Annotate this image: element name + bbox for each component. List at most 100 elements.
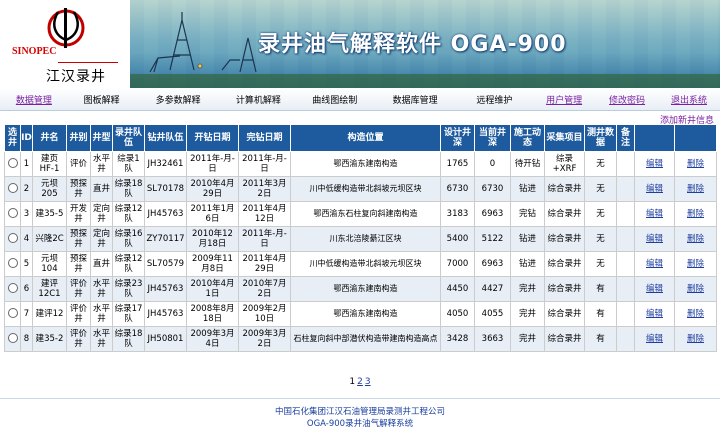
- cell-name: 建页HF-1: [32, 151, 67, 177]
- page-link[interactable]: 3: [365, 377, 371, 387]
- column-header: [634, 124, 675, 152]
- nav-item[interactable]: 数据库管理: [374, 93, 457, 106]
- cell-design: 3183: [440, 201, 475, 227]
- cell-current: 5122: [474, 226, 511, 252]
- select-radio[interactable]: [7, 207, 18, 218]
- pagination: 123: [0, 377, 720, 387]
- cell-shape: 直井: [90, 176, 113, 202]
- cell-edit: 编辑: [634, 201, 675, 227]
- cell-drillteam: JH50801: [144, 326, 187, 352]
- cell-end: 2011年4月29日: [238, 251, 291, 277]
- column-header: 施工动态: [510, 124, 545, 152]
- cell-start: 2010年4月1日: [186, 276, 239, 302]
- select-radio[interactable]: [7, 232, 18, 243]
- cell-edit: 编辑: [634, 176, 675, 202]
- cell-drillteam: JH32461: [144, 151, 187, 177]
- nav-item[interactable]: 曲线图绘制: [296, 93, 373, 106]
- cell-logteam: 综录12队: [112, 251, 145, 277]
- delete-link[interactable]: 删除: [687, 234, 704, 244]
- edit-link[interactable]: 编辑: [646, 284, 663, 294]
- table-row: 4 兴隆2C 预探井 定向井 综录16队 ZY70117 2010年12月18日 2011年-…: [4, 226, 717, 252]
- select-radio[interactable]: [7, 332, 18, 343]
- edit-link[interactable]: 编辑: [646, 259, 663, 269]
- delete-link[interactable]: 删除: [687, 284, 704, 294]
- cell-drillteam: JH45763: [144, 201, 187, 227]
- cell-logdata: 有: [584, 276, 617, 302]
- cell-del: 删除: [674, 176, 717, 202]
- cell-location: 川中低缓构造带北斜坡元坝区块: [290, 251, 441, 277]
- select-radio[interactable]: [7, 157, 18, 168]
- edit-link[interactable]: 编辑: [646, 234, 663, 244]
- delete-link[interactable]: 删除: [687, 309, 704, 319]
- edit-link[interactable]: 编辑: [646, 159, 663, 169]
- cell-design: 7000: [440, 251, 475, 277]
- table-row: 8 建35-2 评价井 水平井 综录18队 JH50801 2009年3月4日 2009年3月…: [4, 326, 717, 352]
- select-cell: [4, 276, 21, 302]
- cell-location: 川东北涪陵綦江区块: [290, 226, 441, 252]
- cell-current: 0: [474, 151, 511, 177]
- delete-link[interactable]: 删除: [687, 184, 704, 194]
- cell-design: 5400: [440, 226, 475, 252]
- table-row: 7 建评12 评价井 水平井 综录17队 JH45763 2008年8月18日 2009年2月…: [4, 301, 717, 327]
- cell-note: [616, 226, 635, 252]
- cell-logdata: 无: [584, 251, 617, 277]
- cell-type: 开发井: [66, 201, 91, 227]
- column-header: 选井: [4, 124, 21, 152]
- select-radio[interactable]: [7, 307, 18, 318]
- logo-company-name: 江汉录井: [46, 69, 106, 85]
- select-cell: [4, 151, 21, 177]
- nav-item[interactable]: 修改密码: [596, 93, 658, 106]
- nav-item[interactable]: 远程维护: [457, 93, 532, 106]
- cell-drillteam: ZY70117: [144, 226, 187, 252]
- cell-items: 综合录井: [544, 176, 585, 202]
- cell-name: 建35-2: [32, 326, 67, 352]
- nav-item[interactable]: 用户管理: [532, 93, 596, 106]
- edit-link[interactable]: 编辑: [646, 209, 663, 219]
- page-link[interactable]: 2: [357, 377, 363, 387]
- cell-status: 待开钻: [510, 151, 545, 177]
- cell-design: 4450: [440, 276, 475, 302]
- nav-item[interactable]: 数据管理: [0, 93, 68, 106]
- edit-link[interactable]: 编辑: [646, 184, 663, 194]
- column-header: 构造位置: [290, 124, 441, 152]
- cell-status: 钻进: [510, 226, 545, 252]
- cell-current: 4055: [474, 301, 511, 327]
- nav-item[interactable]: 计算机解释: [221, 93, 296, 106]
- delete-link[interactable]: 删除: [687, 334, 704, 344]
- cell-items: 综合录井: [544, 251, 585, 277]
- delete-link[interactable]: 删除: [687, 209, 704, 219]
- cell-id: 8: [20, 326, 33, 352]
- nav-item[interactable]: 图板解释: [68, 93, 136, 106]
- nav-item[interactable]: 退出系统: [658, 93, 720, 106]
- cell-type: 评价井: [66, 326, 91, 352]
- delete-link[interactable]: 删除: [687, 259, 704, 269]
- cell-note: [616, 301, 635, 327]
- cell-items: 综合录井: [544, 301, 585, 327]
- cell-name: 建评12C1: [32, 276, 67, 302]
- well-table: 选井 ID 井名 井别 井型 录井队伍 钻井队伍 开钻日期 完钻日期 构造位置 设计井深 当前井深 施工…: [4, 124, 717, 352]
- cell-type: 预探井: [66, 176, 91, 202]
- cell-end: 2011年-月-日: [238, 151, 291, 177]
- select-radio[interactable]: [7, 182, 18, 193]
- cell-type: 预探井: [66, 251, 91, 277]
- select-cell: [4, 176, 21, 202]
- cell-end: 2009年3月2日: [238, 326, 291, 352]
- logo-divider: [58, 62, 118, 63]
- cell-end: 2011年4月12日: [238, 201, 291, 227]
- cell-shape: 定向井: [90, 226, 113, 252]
- nav-item[interactable]: 多参数解释: [136, 93, 221, 106]
- delete-link[interactable]: 删除: [687, 159, 704, 169]
- select-radio[interactable]: [7, 282, 18, 293]
- cell-type: 评价井: [66, 276, 91, 302]
- column-header: 采集项目: [544, 124, 585, 152]
- cell-end: 2009年2月10日: [238, 301, 291, 327]
- cell-logdata: 无: [584, 151, 617, 177]
- table-row: 6 建评12C1 评价井 水平井 综录23队 JH45763 2010年4月1日 2010年7…: [4, 276, 717, 302]
- page-link[interactable]: 1: [349, 377, 355, 387]
- cell-logteam: 综录12队: [112, 201, 145, 227]
- header-banner: SINOPEC 江汉录井 录井油气解释软件 OGA-900: [0, 0, 720, 88]
- select-radio[interactable]: [7, 257, 18, 268]
- edit-link[interactable]: 编辑: [646, 309, 663, 319]
- footer-company: 中国石化集团江汉石油管理局录测井工程公司: [274, 407, 445, 417]
- edit-link[interactable]: 编辑: [646, 334, 663, 344]
